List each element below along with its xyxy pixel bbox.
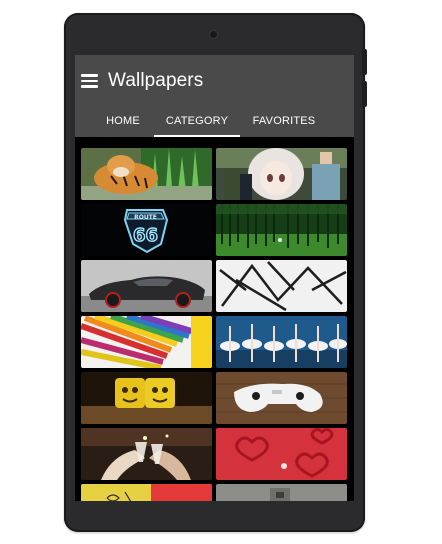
app-title: Wallpapers xyxy=(108,70,204,91)
wallpaper-tiger[interactable] xyxy=(81,148,212,200)
volume-button xyxy=(362,49,367,75)
tab-home[interactable]: HOME xyxy=(97,107,149,137)
app-bar: Wallpapers HOME CATEGORY FAVORITES xyxy=(75,55,354,137)
power-button xyxy=(362,81,367,107)
wallpaper-emoji-faces[interactable] xyxy=(81,372,212,424)
wallpaper-abstract-sticks[interactable] xyxy=(216,260,347,312)
wallpaper-anime-girl[interactable] xyxy=(216,148,347,200)
tab-category[interactable]: CATEGORY xyxy=(154,107,240,137)
hamburger-menu-icon[interactable] xyxy=(81,74,98,88)
wallpaper-drawing-yellow[interactable] xyxy=(81,484,212,501)
wallpaper-grid: ROUTE 66 xyxy=(75,146,354,501)
wallpaper-ballet-dancers[interactable] xyxy=(216,316,347,368)
app-screen: Wallpapers HOME CATEGORY FAVORITES ROUTE… xyxy=(75,55,354,501)
wallpaper-wall-gray[interactable] xyxy=(216,484,347,501)
wallpaper-champagne-toast[interactable] xyxy=(81,428,212,480)
svg-text:66: 66 xyxy=(133,225,158,246)
front-camera xyxy=(210,31,217,38)
wallpaper-route-66[interactable]: ROUTE 66 xyxy=(81,204,212,256)
wallpaper-sports-car[interactable] xyxy=(81,260,212,312)
wallpaper-red-hearts[interactable] xyxy=(216,428,347,480)
svg-text:ROUTE: ROUTE xyxy=(134,214,157,221)
wallpaper-forest[interactable] xyxy=(216,204,347,256)
wallpaper-colored-pencils[interactable] xyxy=(81,316,212,368)
tab-favorites[interactable]: FAVORITES xyxy=(246,107,322,137)
tab-bar: HOME CATEGORY FAVORITES xyxy=(75,107,354,137)
wallpaper-game-controller[interactable] xyxy=(216,372,347,424)
